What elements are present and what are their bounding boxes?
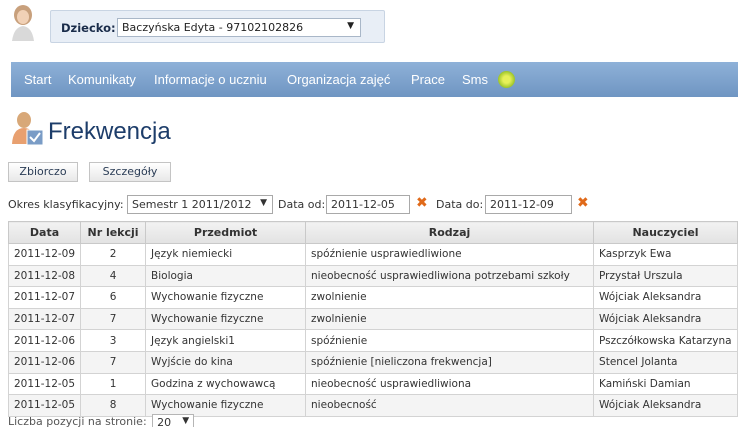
- page-size-value: 20: [157, 416, 172, 427]
- cell-teacher: Pszczółkowska Katarzyna: [593, 329, 738, 352]
- cell-subject: Język niemiecki: [145, 243, 307, 266]
- nav-komunikaty[interactable]: Komunikaty: [68, 72, 136, 87]
- cell-teacher: Kasprzyk Ewa: [593, 243, 738, 266]
- child-select-value: Baczyńska Edyta - 97102102826: [122, 21, 304, 34]
- cell-lesson-nr: 7: [80, 350, 147, 374]
- table-row[interactable]: 2011-12-09 2 Język niemiecki spóźnienie usp…: [7, 243, 738, 266]
- cell-date: 2011-12-05: [7, 372, 82, 396]
- cell-type: zwolnienie: [305, 286, 595, 309]
- table-row[interactable]: 2011-12-06 3 Język angielski1 spóźnienie Psz…: [7, 329, 738, 352]
- cell-lesson-nr: 3: [80, 329, 147, 352]
- attendance-table: Data Nr lekcji Przedmiot Rodzaj Nauczyci…: [7, 221, 738, 417]
- table-row[interactable]: 2011-12-07 7 Wychowanie fizyczne zwolnienie…: [7, 307, 738, 331]
- cell-type: nieobecność usprawiedliwiona: [305, 372, 595, 396]
- date-from-label: Data od:: [278, 198, 326, 211]
- cell-date: 2011-12-06: [7, 329, 82, 352]
- cell-type: spóźnienie [nieliczona frekwencja]: [305, 350, 595, 374]
- clear-date-from-icon[interactable]: ✖: [416, 196, 430, 210]
- nav-start[interactable]: Start: [24, 72, 51, 87]
- nav-sms[interactable]: Sms: [462, 72, 488, 87]
- chevron-down-icon: ▼: [260, 198, 267, 208]
- pagination-footer: Liczba pozycji na stronie: 20 ▼: [8, 414, 195, 427]
- nav-prace[interactable]: Prace: [411, 72, 445, 87]
- col-header-teacher[interactable]: Nauczyciel: [593, 221, 738, 244]
- clear-date-to-icon[interactable]: ✖: [577, 196, 591, 210]
- cell-lesson-nr: 7: [80, 307, 147, 331]
- nav-informacje[interactable]: Informacje o uczniu: [154, 72, 267, 87]
- cell-type: spóźnienie: [305, 329, 595, 352]
- table-row[interactable]: 2011-12-06 7 Wyjście do kina spóźnienie [ni…: [7, 350, 738, 374]
- date-to-input[interactable]: 2011-12-09: [485, 195, 572, 214]
- table-row[interactable]: 2011-12-08 4 Biologia nieobecność usprawied…: [7, 264, 738, 288]
- cell-lesson-nr: 2: [80, 243, 147, 266]
- cell-date: 2011-12-08: [7, 264, 82, 288]
- cell-type: zwolnienie: [305, 307, 595, 331]
- cell-type: spóźnienie usprawiedliwione: [305, 243, 595, 266]
- main-navbar: Start Komunikaty Informacje o uczniu Org…: [11, 62, 738, 97]
- cell-teacher: Wójciak Aleksandra: [593, 307, 738, 331]
- chevron-down-icon: ▼: [347, 21, 354, 31]
- tab-szczegoly[interactable]: Szczegóły: [89, 162, 171, 182]
- cell-date: 2011-12-06: [7, 350, 82, 374]
- child-avatar: [12, 5, 34, 41]
- date-from-input[interactable]: 2011-12-05: [326, 195, 410, 214]
- child-selector-panel: Dziecko: Baczyńska Edyta - 97102102826 ▼: [50, 10, 385, 43]
- cell-subject: Biologia: [145, 264, 307, 288]
- col-header-subject[interactable]: Przedmiot: [145, 221, 307, 244]
- nav-organizacja[interactable]: Organizacja zajęć: [287, 72, 390, 87]
- cell-lesson-nr: 6: [80, 286, 147, 309]
- cell-date: 2011-12-07: [7, 286, 82, 309]
- page-size-label: Liczba pozycji na stronie:: [8, 415, 147, 427]
- cell-type: nieobecność: [305, 394, 595, 417]
- chevron-down-icon: ▼: [182, 416, 190, 426]
- period-value: Semestr 1 2011/2012: [132, 198, 252, 211]
- cell-subject: Wychowanie fizyczne: [145, 286, 307, 309]
- cell-teacher: Wójciak Aleksandra: [593, 286, 738, 309]
- col-header-lesson-nr[interactable]: Nr lekcji: [80, 221, 147, 244]
- period-select[interactable]: Semestr 1 2011/2012 ▼: [127, 195, 273, 214]
- table-header-row: Data Nr lekcji Przedmiot Rodzaj Nauczyci…: [7, 221, 738, 244]
- cell-teacher: Kamiński Damian: [593, 372, 738, 396]
- cell-lesson-nr: 8: [80, 394, 147, 417]
- cell-lesson-nr: 4: [80, 264, 147, 288]
- tab-zbiorczo[interactable]: Zbiorczo: [8, 162, 78, 182]
- cell-date: 2011-12-05: [7, 394, 82, 417]
- cell-date: 2011-12-07: [7, 307, 82, 331]
- cell-teacher: Stencel Jolanta: [593, 350, 738, 374]
- cell-date: 2011-12-09: [7, 243, 82, 266]
- cell-subject: Wychowanie fizyczne: [145, 307, 307, 331]
- cell-subject: Wyjście do kina: [145, 350, 307, 374]
- cell-subject: Język angielski1: [145, 329, 307, 352]
- cell-teacher: Przystał Urszula: [593, 264, 738, 288]
- child-selector-label: Dziecko:: [61, 21, 116, 35]
- page-title: Frekwencja: [48, 118, 171, 145]
- table-row[interactable]: 2011-12-05 8 Wychowanie fizyczne nieobecnoś…: [7, 394, 738, 417]
- cell-type: nieobecność usprawiedliwiona potrzebami …: [305, 264, 595, 288]
- period-label: Okres klasyfikacyjny:: [8, 198, 124, 211]
- col-header-date[interactable]: Data: [7, 221, 82, 244]
- date-to-label: Data do:: [436, 198, 484, 211]
- cell-lesson-nr: 1: [80, 372, 147, 396]
- cell-teacher: Wójciak Aleksandra: [593, 394, 738, 417]
- child-select[interactable]: Baczyńska Edyta - 97102102826 ▼: [117, 18, 361, 37]
- table-row[interactable]: 2011-12-05 1 Godzina z wychowawcą nieobecno…: [7, 372, 738, 396]
- page-size-select[interactable]: 20 ▼: [152, 414, 195, 427]
- cell-subject: Wychowanie fizyczne: [145, 394, 307, 417]
- user-check-icon: [12, 112, 44, 146]
- col-header-type[interactable]: Rodzaj: [305, 221, 595, 244]
- cell-subject: Godzina z wychowawcą: [145, 372, 307, 396]
- sms-badge-icon: [498, 71, 515, 88]
- table-row[interactable]: 2011-12-07 6 Wychowanie fizyczne zwolnienie…: [7, 286, 738, 309]
